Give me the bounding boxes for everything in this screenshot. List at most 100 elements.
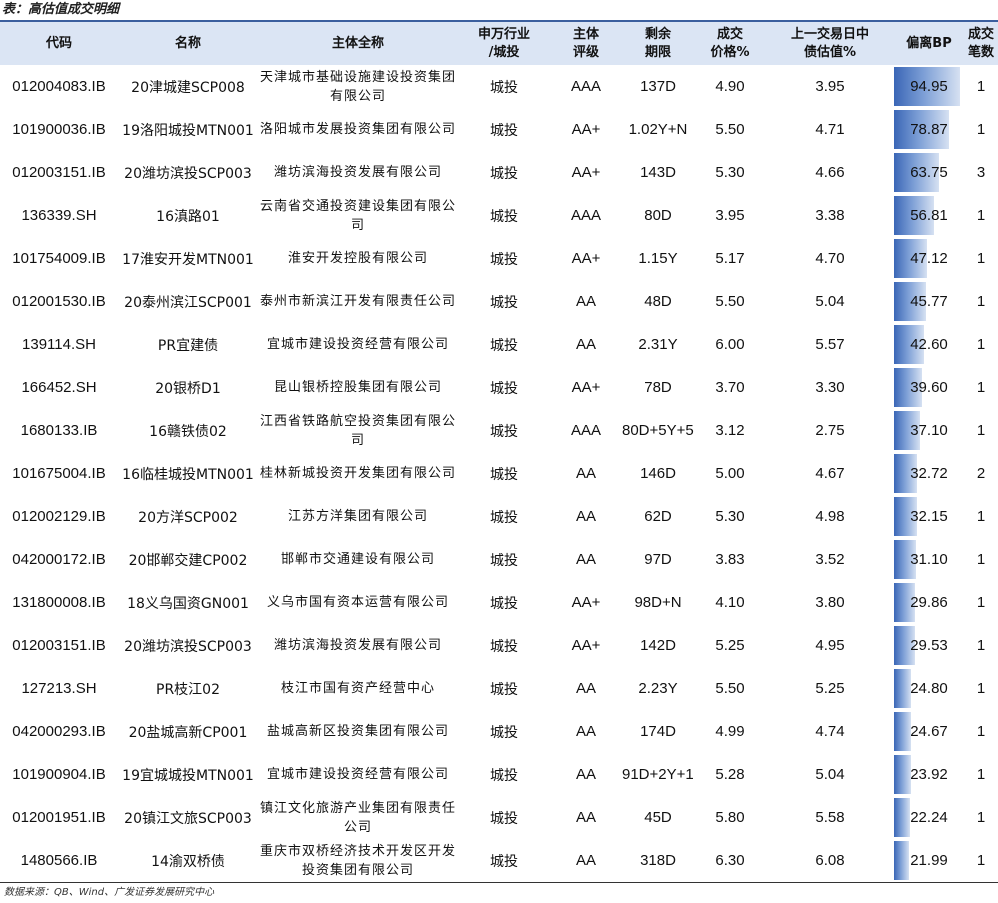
cell-industry: 城投 <box>490 509 518 526</box>
cell-price: 6.00 <box>715 336 745 353</box>
high-valuation-trades-table: 代码 名称 主体全称 申万行业 /城投 主体 评级 剩余 期限 成交 价格% 上… <box>0 20 998 883</box>
cell-tenor: 98D+N <box>634 594 682 611</box>
cell-price: 5.00 <box>715 465 745 482</box>
cell-industry: 城投 <box>490 380 518 397</box>
cell-issuer: 洛阳城市发展投资集团有限公司 <box>260 122 457 137</box>
table-caption: 表：高估值成交明细 <box>2 2 120 17</box>
bp-value: 31.10 <box>910 551 948 568</box>
cell-name: PR宜建债 <box>157 337 219 354</box>
cell-rating: AA <box>575 551 596 568</box>
bp-bar-cell: 32.15 <box>894 497 964 536</box>
cell-name: 16滇路01 <box>156 208 220 225</box>
cell-industry: 城投 <box>490 79 518 96</box>
header-industry-line1: 申万行业 <box>477 26 530 42</box>
cell-code: 012001951.IB <box>12 809 106 826</box>
bp-value: 42.60 <box>910 336 948 353</box>
cell-issuer: 枝江市国有资产经营中心 <box>280 681 435 696</box>
cell-industry: 城投 <box>490 122 518 139</box>
bp-bar-cell: 22.24 <box>894 798 964 837</box>
cell-issuer: 淮安开发控股有限公司 <box>287 251 428 266</box>
cell-bp: 31.10 <box>894 538 964 581</box>
cell-tenor: 1.02Y+N <box>628 121 688 138</box>
cell-valuation: 2.75 <box>815 422 845 439</box>
cell-name: 20盐城高新CP001 <box>128 724 248 741</box>
cell-industry: 城投 <box>490 638 518 655</box>
cell-bp: 32.72 <box>894 452 964 495</box>
cell-issuer: 盐城高新区投资集团有限公司 <box>266 724 449 739</box>
cell-code: 131800008.IB <box>12 594 106 611</box>
cell-code: 101754009.IB <box>12 250 106 267</box>
cell-industry: 城投 <box>490 724 518 741</box>
cell-valuation: 4.95 <box>815 637 845 654</box>
cell-valuation: 4.70 <box>815 250 845 267</box>
cell-tenor: 2.23Y <box>638 680 678 697</box>
bp-value: 21.99 <box>910 852 948 869</box>
cell-industry: 城投 <box>490 552 518 569</box>
cell-valuation: 5.57 <box>815 336 845 353</box>
cell-valuation: 4.71 <box>815 121 845 138</box>
cell-bp: 21.99 <box>894 839 964 883</box>
cell-tenor: 97D <box>644 551 672 568</box>
bp-bar-cell: 56.81 <box>894 196 964 235</box>
cell-price: 5.30 <box>715 508 745 525</box>
header-valuation-line1: 上一交易日中 <box>790 26 869 42</box>
cell-issuer: 昆山银桥控股集团有限公司 <box>273 380 442 395</box>
table-row: 101900904.IB 19宜城城投MTN001 宜城市建设投资经营有限公司 城投 A… <box>0 753 998 796</box>
header-name: 名称 <box>174 35 201 51</box>
bp-bar-cell: 24.67 <box>894 712 964 751</box>
cell-count: 1 <box>976 207 986 224</box>
header-code: 代码 <box>45 35 72 51</box>
bp-bar-cell: 24.80 <box>894 669 964 708</box>
cell-price: 3.83 <box>715 551 745 568</box>
cell-bp: 29.53 <box>894 624 964 667</box>
cell-valuation: 5.25 <box>815 680 845 697</box>
header-tenor: 剩余 期限 <box>622 21 694 65</box>
cell-price: 3.70 <box>715 379 745 396</box>
table-row: 1480566.IB 14渝双桥债 重庆市双桥经济技术开发区开发投资集团有限公司 城投… <box>0 839 998 883</box>
table-body: 012004083.IB 20津城建SCP008 天津城市基础设施建设投资集团有限公… <box>0 65 998 883</box>
header-issuer: 主体全称 <box>331 35 384 51</box>
cell-count: 1 <box>976 680 986 697</box>
cell-price: 5.50 <box>715 680 745 697</box>
cell-name: 16赣铁债02 <box>149 423 227 440</box>
cell-tenor: 91D+2Y+1Y <box>622 766 694 783</box>
table-row: 042000172.IB 20邯郸交建CP002 邯郸市交通建设有限公司 城投 AA 97… <box>0 538 998 581</box>
cell-count: 1 <box>976 594 986 611</box>
cell-issuer: 江西省铁路航空投资集团有限公司 <box>260 413 457 448</box>
bp-value: 94.95 <box>910 78 948 95</box>
cell-count: 1 <box>976 637 986 654</box>
bp-bar-cell: 32.72 <box>894 454 964 493</box>
cell-industry: 城投 <box>490 251 518 268</box>
cell-industry: 城投 <box>490 595 518 612</box>
report-page: 表：高估值成交明细 代码 名称 主体全称 申万行业 /城投 主体 评级 剩余 期… <box>0 0 998 900</box>
cell-count: 1 <box>976 78 986 95</box>
table-row: 101754009.IB 17淮安开发MTN001 淮安开发控股有限公司 城投 AA+ 1… <box>0 237 998 280</box>
cell-bp: 78.87 <box>894 108 964 151</box>
bp-bar-cell: 63.75 <box>894 153 964 192</box>
bp-value: 32.72 <box>910 465 948 482</box>
cell-price: 4.99 <box>715 723 745 740</box>
cell-name: 14渝双桥债 <box>151 853 225 870</box>
cell-count: 1 <box>976 422 986 439</box>
bp-value: 45.77 <box>910 293 948 310</box>
table-row: 012003151.IB 20潍坊滨投SCP003 潍坊滨海投资发展有限公司 城投 AA… <box>0 624 998 667</box>
table-row: 101675004.IB 16临桂城投MTN001 桂林新城投资开发集团有限公司 城投… <box>0 452 998 495</box>
cell-valuation: 5.58 <box>815 809 845 826</box>
cell-bp: 56.81 <box>894 194 964 237</box>
cell-issuer: 潍坊滨海投资发展有限公司 <box>273 638 442 653</box>
bp-value: 47.12 <box>910 250 948 267</box>
table-row: 136339.SH 16滇路01 云南省交通投资建设集团有限公司 城投 AAA 80D 3.… <box>0 194 998 237</box>
table-row: 1680133.IB 16赣铁债02 江西省铁路航空投资集团有限公司 城投 AAA 80D… <box>0 409 998 452</box>
bp-value: 39.60 <box>910 379 948 396</box>
header-valuation-line2: 债估值% <box>803 44 857 60</box>
cell-issuer: 宜城市建设投资经营有限公司 <box>266 767 449 782</box>
cell-tenor: 143D <box>640 164 676 181</box>
cell-issuer: 桂林新城投资开发集团有限公司 <box>260 466 457 481</box>
table-row: 127213.SH PR枝江02 枝江市国有资产经营中心 城投 AA 2.23Y 5.50 5… <box>0 667 998 710</box>
bp-value: 29.53 <box>910 637 948 654</box>
cell-name: 19宜城城投MTN001 <box>122 767 254 784</box>
cell-count: 1 <box>976 121 986 138</box>
header-count-line1: 成交 <box>967 26 994 42</box>
cell-industry: 城投 <box>490 294 518 311</box>
bp-bar-cell: 94.95 <box>894 67 964 106</box>
